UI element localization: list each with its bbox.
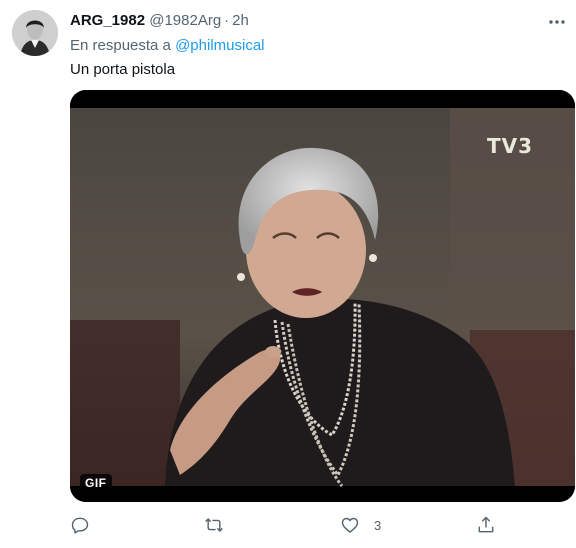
action-bar: 3 (0, 510, 576, 540)
separator-dot: · (224, 12, 230, 29)
like-button[interactable]: 3 (340, 514, 381, 536)
mention-link[interactable]: @philmusical (175, 37, 264, 54)
like-count: 3 (374, 517, 382, 533)
reply-context-label: En respuesta a (70, 37, 171, 54)
tweet-header: ARG_1982 @1982Arg · 2h (70, 12, 249, 32)
tv-watermark: TV3 (486, 134, 533, 158)
heart-icon (341, 517, 359, 533)
media-gif[interactable]: TV3 GIF (70, 90, 575, 502)
retweet-icon (205, 518, 223, 532)
retweet-button[interactable] (204, 514, 224, 536)
reply-icon (71, 517, 89, 534)
more-options-button[interactable] (545, 10, 569, 34)
more-icon (549, 20, 565, 24)
tweet-text: Un porta pistola (70, 61, 176, 78)
gif-badge: GIF (80, 474, 112, 492)
display-name[interactable]: ARG_1982 (70, 12, 145, 29)
avatar[interactable] (12, 10, 58, 56)
reply-context: En respuesta a @philmusical (70, 37, 265, 54)
share-icon (478, 516, 494, 533)
avatar-image (12, 10, 58, 56)
timestamp[interactable]: 2h (232, 12, 249, 29)
share-button[interactable] (476, 514, 496, 536)
user-handle[interactable]: @1982Arg (149, 12, 221, 29)
reply-button[interactable] (70, 514, 90, 536)
tweet[interactable]: ARG_1982 @1982Arg · 2h En respuesta a @phi… (0, 0, 576, 548)
